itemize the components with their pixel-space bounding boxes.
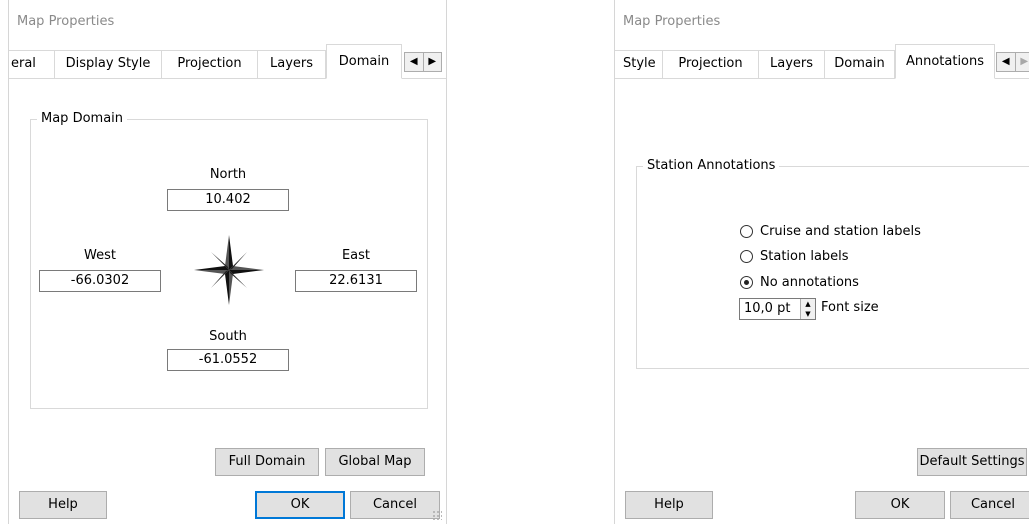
east-label: East: [341, 248, 371, 263]
map-properties-dialog-domain: Map Properties eral Display Style Projec…: [8, 0, 447, 524]
north-label: North: [209, 167, 247, 182]
radio-button-checked[interactable]: [740, 276, 753, 289]
east-field[interactable]: 22.6131: [295, 270, 417, 292]
west-field[interactable]: -66.0302: [39, 270, 161, 292]
dialog-title: Map Properties: [623, 14, 721, 29]
spin-up-icon[interactable]: ▲: [801, 299, 815, 309]
tab-bar: eral Display Style Projection Layers Dom…: [9, 42, 446, 79]
group-title: Map Domain: [37, 111, 128, 126]
radio-label: Cruise and station labels: [760, 224, 921, 239]
tab-display-style[interactable]: Style: [615, 50, 663, 78]
ok-button[interactable]: OK: [855, 491, 945, 519]
tab-projection[interactable]: Projection: [663, 50, 759, 78]
north-field[interactable]: 10.402: [167, 189, 289, 211]
default-settings-button[interactable]: Default Settings: [917, 448, 1027, 476]
south-field[interactable]: -61.0552: [167, 349, 289, 371]
tab-projection[interactable]: Projection: [162, 50, 258, 78]
compass-rose-icon: [194, 235, 264, 305]
tab-scroll-left-icon[interactable]: ◀: [405, 53, 423, 71]
tab-domain[interactable]: Domain: [326, 44, 402, 79]
map-properties-dialog-annotations: Map Properties Style Projection Layers D…: [614, 0, 1029, 524]
radio-button[interactable]: [740, 250, 753, 263]
tab-layers[interactable]: Layers: [759, 50, 825, 78]
help-button[interactable]: Help: [19, 491, 107, 519]
help-button[interactable]: Help: [625, 491, 713, 519]
tab-scroll-left-icon[interactable]: ◀: [997, 53, 1015, 71]
tab-scroll-right-icon[interactable]: ▶: [422, 53, 442, 71]
cancel-button[interactable]: Cancel: [950, 491, 1029, 519]
spin-down-icon[interactable]: ▼: [801, 309, 815, 319]
stepper-buttons: ▲ ▼: [800, 299, 815, 319]
resize-grip-icon[interactable]: [432, 510, 442, 520]
group-title: Station Annotations: [643, 158, 780, 173]
font-size-value[interactable]: 10,0 pt: [744, 299, 790, 319]
tab-domain[interactable]: Domain: [825, 50, 895, 78]
ok-button[interactable]: OK: [255, 491, 345, 519]
font-size-stepper[interactable]: 10,0 pt ▲ ▼: [739, 298, 816, 320]
station-annotations-group: Station Annotations: [636, 158, 1029, 369]
tab-scroll-buttons: ◀ ▶: [996, 52, 1029, 72]
tab-display-style[interactable]: Display Style: [55, 50, 162, 78]
radio-label: No annotations: [760, 275, 859, 290]
south-label: South: [209, 329, 247, 344]
global-map-button[interactable]: Global Map: [325, 448, 425, 476]
radio-label: Station labels: [760, 249, 849, 264]
full-domain-button[interactable]: Full Domain: [215, 448, 319, 476]
radio-button[interactable]: [740, 225, 753, 238]
dialog-title: Map Properties: [17, 14, 115, 29]
tab-annotations[interactable]: Annotations: [895, 44, 995, 79]
tab-bar: Style Projection Layers Domain Annotatio…: [615, 42, 1029, 79]
cancel-button[interactable]: Cancel: [350, 491, 440, 519]
tab-layers[interactable]: Layers: [258, 50, 326, 78]
tab-scroll-right-icon[interactable]: ▶: [1014, 53, 1029, 71]
tab-scroll-buttons: ◀ ▶: [404, 52, 442, 72]
font-size-label: Font size: [821, 300, 879, 315]
west-label: West: [84, 248, 116, 263]
tab-general[interactable]: eral: [9, 50, 55, 78]
